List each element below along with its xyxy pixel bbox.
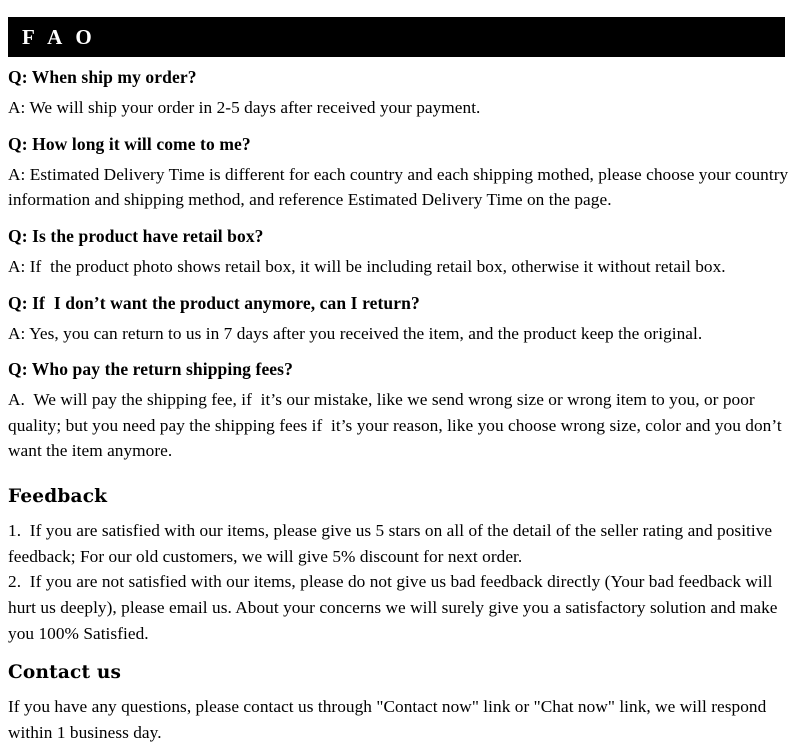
faq-answer: A. We will pay the shipping fee, if it’s… <box>8 390 787 461</box>
contact-heading: Contact us <box>8 662 122 684</box>
feedback-section: Feedback 1. If you are satisfied with ou… <box>8 486 790 646</box>
contact-paragraph: If you have any questions, please contac… <box>8 697 771 742</box>
faq-question: Q: Who pay the return shipping fees? <box>8 359 293 380</box>
page-title: F A O <box>22 24 97 49</box>
faq-question: Q: If I don’t want the product anymore, … <box>8 292 420 313</box>
faq-content: Q: When ship my order? A: We will ship y… <box>8 66 790 746</box>
faq-answer: A: Yes, you can return to us in 7 days a… <box>8 323 703 343</box>
feedback-paragraph: 2. If you are not satisfied with our ite… <box>8 572 782 643</box>
faq-item: Q: When ship my order? A: We will ship y… <box>8 66 790 121</box>
faq-item: Q: Who pay the return shipping fees? A. … <box>8 358 790 464</box>
faq-item: Q: How long it will come to me? A: Estim… <box>8 133 790 213</box>
feedback-heading: Feedback <box>8 485 108 507</box>
feedback-paragraph: 1. If you are satisfied with our items, … <box>8 521 777 566</box>
page-title-bar: F A O <box>8 17 785 57</box>
faq-answer: A: If the product photo shows retail box… <box>8 256 726 276</box>
faq-page: F A O Q: When ship my order? A: We will … <box>0 0 800 742</box>
faq-question: Q: How long it will come to me? <box>8 133 251 154</box>
faq-item: Q: Is the product have retail box? A: If… <box>8 225 790 280</box>
faq-question: Q: Is the product have retail box? <box>8 225 264 246</box>
faq-answer: A: Estimated Delivery Time is different … <box>8 164 793 210</box>
faq-question: Q: When ship my order? <box>8 67 197 87</box>
faq-item: Q: If I don’t want the product anymore, … <box>8 292 790 347</box>
contact-section: Contact us If you have any questions, pl… <box>8 662 790 745</box>
faq-answer: A: We will ship your order in 2-5 days a… <box>8 98 481 118</box>
